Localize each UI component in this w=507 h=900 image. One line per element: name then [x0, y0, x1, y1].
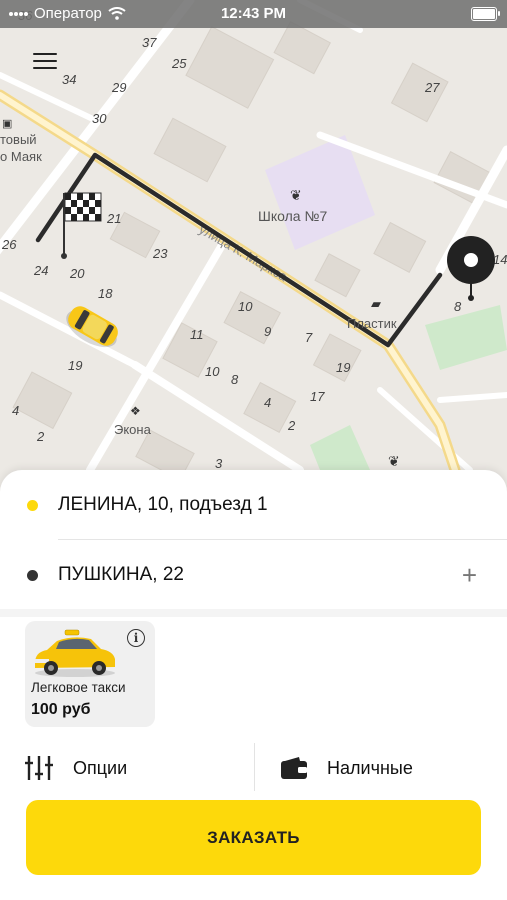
school-icon: ❦ — [290, 187, 302, 203]
add-stop-button[interactable]: + — [462, 562, 477, 588]
section-separator — [0, 609, 507, 617]
house-number: 8 — [454, 299, 462, 314]
shop-icon: ❖ — [130, 404, 141, 418]
options-payment-divider — [254, 743, 255, 791]
house-number: 2 — [36, 429, 45, 444]
house-number: 29 — [111, 80, 126, 95]
sliders-icon — [25, 756, 53, 780]
status-bar: Оператор 12:43 PM — [0, 0, 507, 28]
options-label: Опции — [73, 757, 128, 778]
basket-icon: ▰ — [371, 296, 381, 311]
house-number: 19 — [68, 358, 82, 373]
status-time: 12:43 PM — [220, 5, 287, 22]
menu-icon[interactable] — [33, 53, 57, 71]
options-button[interactable]: Опции — [0, 743, 254, 793]
house-number: 27 — [424, 80, 440, 95]
payment-button[interactable]: Наличные — [256, 743, 507, 793]
house-number: 2 — [287, 418, 296, 433]
order-sheet: ЛЕНИНА, 10, подъезд 1 ПУШКИНА, 22 + i Ле… — [0, 470, 507, 900]
house-number: 21 — [106, 211, 121, 226]
house-number: 34 — [62, 72, 76, 87]
wallet-icon — [281, 757, 307, 779]
destination-address-row[interactable]: ПУШКИНА, 22 + — [0, 540, 507, 610]
poi-school-label: Школа №7 — [258, 208, 327, 224]
house-number: 10 — [238, 299, 253, 314]
house-number: 26 — [1, 237, 17, 252]
destination-address: ПУШКИНА, 22 — [58, 564, 184, 585]
pickup-address: ЛЕНИНА, 10, подъезд 1 — [58, 494, 268, 515]
restaurant-icon: ❦ — [388, 453, 400, 469]
house-number: 4 — [264, 395, 271, 410]
destination-dot — [27, 569, 38, 581]
tariff-price: 100 руб — [31, 701, 91, 718]
house-number: 10 — [205, 364, 220, 379]
house-number: 8 — [231, 372, 239, 387]
pickup-address-row[interactable]: ЛЕНИНА, 10, подъезд 1 — [0, 470, 507, 540]
poi-shop-label: Пластик — [347, 316, 397, 331]
house-number: 3 — [215, 456, 223, 471]
house-number: 14 — [493, 252, 507, 267]
pickup-dot — [27, 499, 38, 511]
poi-mayak-label-1: товый — [0, 132, 37, 147]
house-number: 24 — [33, 263, 48, 278]
tariff-card[interactable]: i Легковое такси 100 руб — [25, 621, 155, 727]
house-number: 9 — [264, 324, 271, 339]
house-number: 18 — [98, 286, 113, 301]
house-number: 4 — [12, 403, 19, 418]
poi-ekona-label: Экона — [114, 422, 152, 437]
passenger-car-icon — [35, 629, 115, 677]
tariff-info-icon[interactable]: i — [127, 629, 145, 647]
payment-label: Наличные — [327, 757, 413, 778]
house-number: 19 — [336, 360, 350, 375]
house-number: 11 — [190, 327, 204, 342]
house-number: 37 — [142, 35, 157, 50]
house-number: 30 — [92, 111, 107, 126]
house-number: 23 — [152, 246, 168, 261]
house-number: 25 — [171, 56, 187, 71]
house-number: 20 — [69, 266, 85, 281]
order-button[interactable]: ЗАКАЗАТЬ — [26, 800, 481, 875]
poi-mayak-label-2: о Маяк — [0, 149, 42, 164]
house-number: 17 — [310, 389, 325, 404]
cart-icon: ▣ — [2, 118, 12, 130]
house-number: 7 — [305, 330, 313, 345]
tariff-name: Легковое такси — [31, 680, 126, 695]
battery-icon — [471, 7, 500, 21]
